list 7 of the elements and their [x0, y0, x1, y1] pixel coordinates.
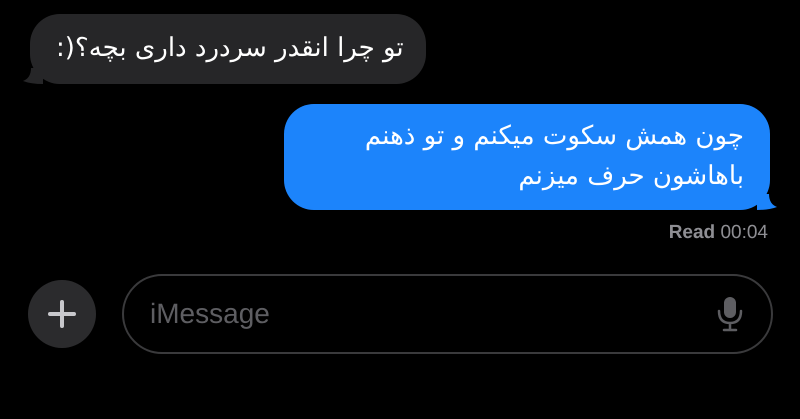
message-field[interactable]: iMessage	[122, 274, 773, 354]
bubble-tail	[757, 194, 777, 210]
read-label: Read	[668, 222, 716, 243]
read-time: 00:04	[720, 222, 768, 243]
plus-icon	[48, 300, 76, 328]
microphone-icon	[717, 296, 743, 332]
bubble-tail	[23, 68, 43, 84]
